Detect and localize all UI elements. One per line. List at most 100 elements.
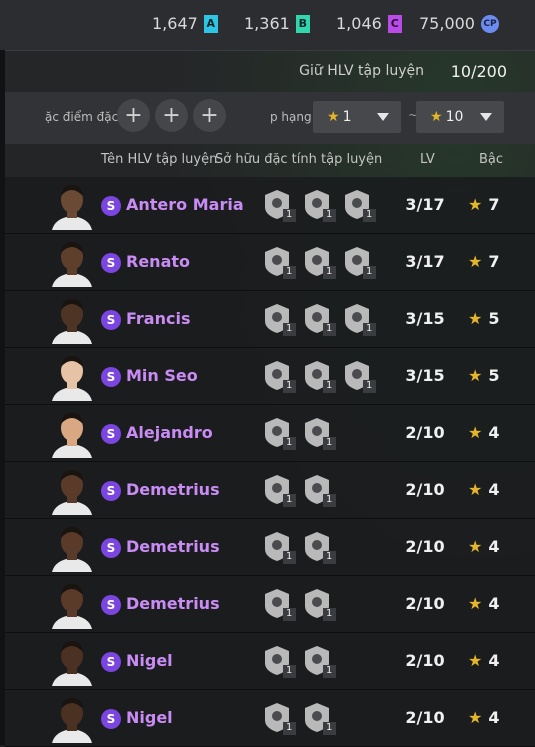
training-trait-icon[interactable]: 1: [301, 643, 337, 679]
coach-name: Francis: [126, 309, 191, 328]
coach-rank-value: 4: [488, 537, 500, 556]
training-trait-icon[interactable]: 1: [301, 415, 337, 451]
coach-level: 2/10: [405, 651, 445, 670]
coach-rank: ★ 4: [468, 594, 499, 613]
training-trait-icon[interactable]: 1: [301, 301, 337, 337]
add-trait-filter-button-1[interactable]: +: [117, 99, 150, 132]
training-trait-icon[interactable]: 1: [341, 187, 377, 223]
training-trait-icon[interactable]: 1: [301, 187, 337, 223]
star-icon: ★: [327, 109, 340, 125]
trait-count: 1: [286, 380, 293, 391]
coach-row[interactable]: S Nigel 1 1 2/10 ★ 4: [5, 633, 535, 690]
coach-name: Renato: [126, 252, 190, 271]
trait-count: 1: [366, 323, 373, 334]
trait-count: 1: [326, 665, 333, 676]
coach-row[interactable]: S Demetrius 1 1 2/10 ★ 4: [5, 576, 535, 633]
star-icon: ★: [468, 480, 483, 499]
coach-rank: ★ 4: [468, 480, 499, 499]
holding-count: 10/200: [450, 62, 507, 81]
training-trait-icon[interactable]: 1: [261, 187, 297, 223]
training-trait-icon[interactable]: 1: [261, 472, 297, 508]
coach-level: 3/17: [405, 195, 445, 214]
training-trait-icon[interactable]: 1: [261, 700, 297, 736]
trait-count: 1: [366, 209, 373, 220]
star-icon: ★: [468, 708, 483, 727]
training-trait-icon[interactable]: 1: [341, 301, 377, 337]
training-trait-icon[interactable]: 1: [341, 244, 377, 280]
column-rank-header[interactable]: Bậc: [479, 152, 503, 167]
training-trait-icon[interactable]: 1: [341, 358, 377, 394]
rank-min-select[interactable]: ★ 1: [313, 101, 401, 133]
currency-c-value: 1,046: [336, 14, 382, 33]
coach-level: 3/15: [405, 366, 445, 385]
training-trait-icon[interactable]: 1: [301, 700, 337, 736]
coach-row[interactable]: S Demetrius 1 1 2/10 ★ 4: [5, 519, 535, 576]
chevron-down-icon: [480, 113, 492, 121]
column-name-header[interactable]: Tên HLV tập luyện: [101, 152, 217, 167]
coach-name: Nigel: [126, 651, 173, 670]
training-trait-icon[interactable]: 1: [261, 301, 297, 337]
coach-rank: ★ 5: [468, 366, 499, 385]
coach-rank-value: 4: [488, 423, 500, 442]
coach-row[interactable]: S Renato 1 1 1 3/17 ★ 7: [5, 234, 535, 291]
coach-avatar: [47, 408, 97, 458]
plus-icon: +: [162, 103, 181, 128]
training-trait-icon[interactable]: 1: [261, 358, 297, 394]
coach-level: 2/10: [405, 480, 445, 499]
add-trait-filter-button-2[interactable]: +: [155, 99, 188, 132]
coach-row[interactable]: S Alejandro 1 1 2/10 ★ 4: [5, 405, 535, 462]
coach-avatar: [47, 579, 97, 629]
training-trait-icon[interactable]: 1: [301, 244, 337, 280]
training-trait-icon[interactable]: 1: [261, 586, 297, 622]
trait-count: 1: [326, 266, 333, 277]
coach-name: Nigel: [126, 708, 173, 727]
coach-avatar: [47, 636, 97, 686]
coach-row[interactable]: S Nigel 1 1 2/10 ★ 4: [5, 690, 535, 747]
rank-max-select[interactable]: ★ 10: [416, 101, 504, 133]
add-trait-filter-button-3[interactable]: +: [193, 99, 226, 132]
currency-a: 1,647 A: [152, 14, 218, 33]
trait-count: 1: [286, 494, 293, 505]
rank-max-value: 10: [445, 109, 464, 125]
special-grade-icon: S: [101, 709, 121, 729]
filter-bar: ặc điểm đặc + + + p hạng ★ 1 ~ ★ 10: [5, 92, 535, 144]
star-icon: ★: [468, 252, 483, 271]
trait-count: 1: [286, 323, 293, 334]
coach-row[interactable]: S Demetrius 1 1 2/10 ★ 4: [5, 462, 535, 519]
trait-count: 1: [286, 551, 293, 562]
coach-row[interactable]: S Min Seo 1 1 1 3/15 ★ 5: [5, 348, 535, 405]
special-grade-icon: S: [101, 595, 121, 615]
star-icon: ★: [468, 309, 483, 328]
coach-level: 3/17: [405, 252, 445, 271]
training-trait-icon[interactable]: 1: [261, 529, 297, 565]
coach-rank: ★ 4: [468, 537, 499, 556]
trait-count: 1: [326, 494, 333, 505]
coach-row[interactable]: S Antero Maria 1 1 1 3/17 ★ 7: [5, 177, 535, 234]
column-traits-header[interactable]: Sở hữu đặc tính tập luyện: [215, 152, 382, 167]
trait-count: 1: [366, 266, 373, 277]
training-trait-icon[interactable]: 1: [261, 415, 297, 451]
trait-count: 1: [286, 209, 293, 220]
training-trait-icon[interactable]: 1: [301, 472, 337, 508]
coach-row[interactable]: S Francis 1 1 1 3/15 ★ 5: [5, 291, 535, 348]
training-trait-icon[interactable]: 1: [261, 643, 297, 679]
column-lv-header[interactable]: LV: [420, 152, 435, 167]
trait-count: 1: [286, 266, 293, 277]
trait-count: 1: [366, 380, 373, 391]
special-grade-icon: S: [101, 424, 121, 444]
special-grade-icon: S: [101, 253, 121, 273]
training-trait-icon[interactable]: 1: [261, 244, 297, 280]
coach-level: 2/10: [405, 708, 445, 727]
coach-name: Demetrius: [126, 480, 220, 499]
star-icon: ★: [468, 651, 483, 670]
coach-rank-value: 4: [488, 594, 500, 613]
star-icon: ★: [468, 366, 483, 385]
star-icon: ★: [430, 109, 443, 125]
plus-icon: +: [200, 103, 219, 128]
training-trait-icon[interactable]: 1: [301, 529, 337, 565]
star-icon: ★: [468, 423, 483, 442]
training-trait-icon[interactable]: 1: [301, 358, 337, 394]
trait-filter-label: ặc điểm đặc: [45, 110, 119, 124]
coach-rank-value: 5: [488, 309, 500, 328]
training-trait-icon[interactable]: 1: [301, 586, 337, 622]
